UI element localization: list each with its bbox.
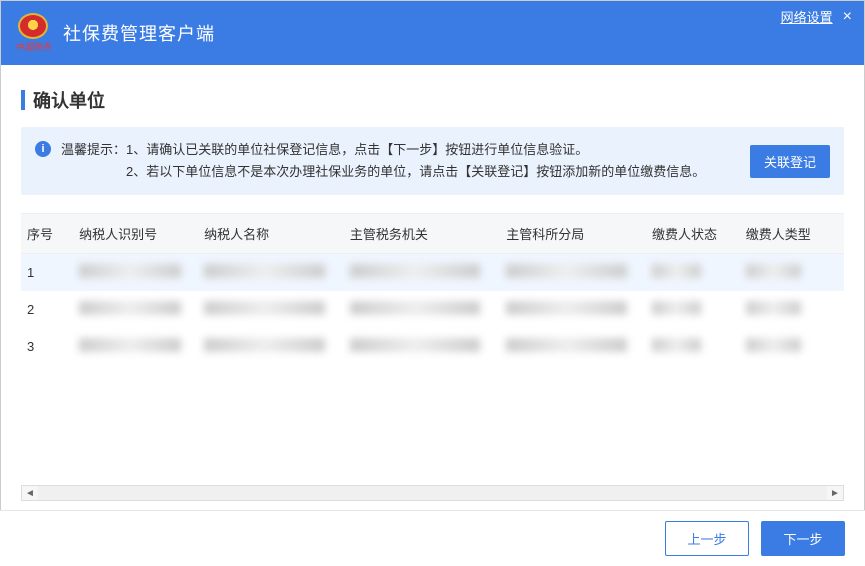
cell-type (740, 328, 844, 365)
info-icon: i (35, 141, 51, 157)
cell-auth (344, 254, 500, 292)
table-row[interactable]: 3 (21, 328, 844, 365)
cell-tid (73, 328, 198, 365)
cell-index: 3 (21, 328, 73, 365)
cell-auth (344, 291, 500, 328)
tip-line-1: 1、请确认已关联的单位社保登记信息，点击【下一步】按钮进行单位信息验证。 (126, 142, 588, 157)
cell-bureau (500, 291, 646, 328)
cell-type (740, 254, 844, 292)
emblem-icon (18, 13, 48, 39)
col-type: 缴费人类型 (740, 214, 844, 254)
scroll-left-icon[interactable]: ◄ (22, 486, 38, 500)
network-settings-link[interactable]: 网络设置 (781, 7, 833, 26)
header-right: 网络设置 × (781, 7, 852, 26)
tip-label: 温馨提示： (61, 142, 126, 157)
page-title: 确认单位 (33, 87, 105, 113)
table-wrap: 序号 纳税人识别号 纳税人名称 主管税务机关 主管科所分局 缴费人状态 缴费人类… (21, 213, 844, 501)
app-title: 社保费管理客户端 (63, 20, 215, 46)
page-title-row: 确认单位 (21, 87, 844, 113)
cell-name (198, 328, 344, 365)
col-tax-authority: 主管税务机关 (344, 214, 500, 254)
scroll-right-icon[interactable]: ► (827, 486, 843, 500)
table-header-row: 序号 纳税人识别号 纳税人名称 主管税务机关 主管科所分局 缴费人状态 缴费人类… (21, 214, 844, 254)
tip-line-2: 2、若以下单位信息不是本次办理社保业务的单位，请点击【关联登记】按钮添加新的单位… (126, 164, 705, 179)
title-accent-bar (21, 90, 25, 110)
col-branch: 主管科所分局 (500, 214, 646, 254)
tip-banner: i 温馨提示：1、请确认已关联的单位社保登记信息，点击【下一步】按钮进行单位信息… (21, 127, 844, 195)
units-table: 序号 纳税人识别号 纳税人名称 主管税务机关 主管科所分局 缴费人状态 缴费人类… (21, 214, 844, 365)
cell-tid (73, 254, 198, 292)
cell-type (740, 291, 844, 328)
cell-bureau (500, 328, 646, 365)
cell-auth (344, 328, 500, 365)
scroll-track[interactable] (38, 486, 827, 500)
cell-bureau (500, 254, 646, 292)
table-row[interactable]: 2 (21, 291, 844, 328)
prev-button[interactable]: 上一步 (665, 521, 749, 556)
cell-status (646, 328, 740, 365)
content-area: 确认单位 i 温馨提示：1、请确认已关联的单位社保登记信息，点击【下一步】按钮进… (1, 65, 864, 501)
col-taxpayer-id: 纳税人识别号 (73, 214, 198, 254)
logo-subtext: 中国税务 (15, 40, 51, 53)
next-button[interactable]: 下一步 (761, 521, 845, 556)
footer: 上一步 下一步 (0, 510, 865, 566)
app-header: 中国税务 社保费管理客户端 网络设置 × (1, 1, 864, 65)
cell-index: 2 (21, 291, 73, 328)
horizontal-scrollbar[interactable]: ◄ ► (21, 485, 844, 501)
col-index: 序号 (21, 214, 73, 254)
link-register-button[interactable]: 关联登记 (750, 145, 830, 178)
col-status: 缴费人状态 (646, 214, 740, 254)
close-icon[interactable]: × (843, 9, 852, 25)
cell-index: 1 (21, 254, 73, 292)
col-taxpayer-name: 纳税人名称 (198, 214, 344, 254)
cell-status (646, 254, 740, 292)
table-row[interactable]: 1 (21, 254, 844, 292)
tip-text: 温馨提示：1、请确认已关联的单位社保登记信息，点击【下一步】按钮进行单位信息验证… (61, 139, 740, 183)
cell-status (646, 291, 740, 328)
cell-name (198, 291, 344, 328)
cell-tid (73, 291, 198, 328)
cell-name (198, 254, 344, 292)
app-logo: 中国税务 (13, 13, 53, 53)
